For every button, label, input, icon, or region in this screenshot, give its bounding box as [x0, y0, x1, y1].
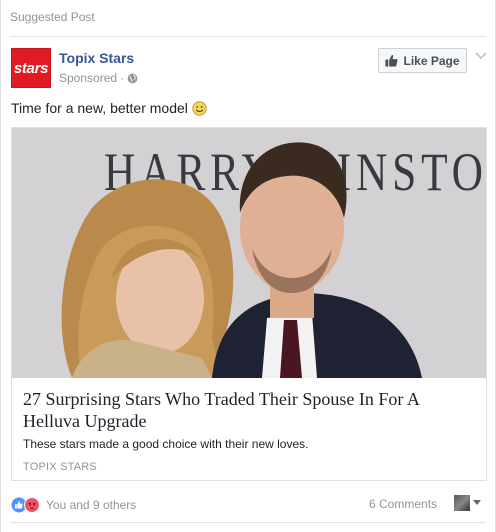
link-description: These stars made a good choice with thei… [23, 437, 309, 451]
avatar-logo-text: stars [13, 59, 49, 77]
reactions-text[interactable]: You and 9 others [46, 498, 136, 512]
sponsored-label[interactable]: Sponsored [59, 71, 117, 85]
header-divider [10, 36, 486, 37]
sponsored-post-card: Suggested Post stars Topix Stars Sponsor… [0, 0, 496, 532]
angry-reaction-icon [24, 497, 40, 513]
link-title[interactable]: 27 Surprising Stars Who Traded Their Spo… [23, 388, 478, 432]
link-preview-card[interactable]: HARRY WINSTON 27 Surpr [11, 127, 487, 481]
chevron-down-icon [473, 500, 481, 505]
globe-icon [127, 73, 138, 83]
actor-selector[interactable] [454, 495, 481, 511]
link-source-domain: TOPIX STARS [23, 461, 97, 473]
sponsored-meta: Sponsored · [59, 71, 138, 85]
comments-count-link[interactable]: 6 Comments [369, 497, 437, 511]
like-page-button[interactable]: Like Page [378, 48, 467, 73]
footer-divider [10, 522, 486, 523]
reactions-summary[interactable]: You and 9 others [11, 497, 136, 513]
suggested-post-label: Suggested Post [10, 10, 95, 24]
post-text: Time for a new, better model [11, 100, 188, 116]
actor-avatar [454, 495, 470, 511]
reaction-icons [11, 497, 40, 513]
post-message: Time for a new, better model [11, 100, 207, 116]
chevron-down-icon[interactable] [475, 51, 487, 61]
meta-separator: · [120, 71, 125, 85]
like-page-label: Like Page [403, 53, 460, 68]
link-preview-image[interactable]: HARRY WINSTON [12, 128, 486, 378]
page-name-link[interactable]: Topix Stars [59, 50, 134, 66]
smile-emoji-icon [192, 100, 207, 116]
page-avatar[interactable]: stars [11, 48, 51, 88]
thumbs-up-icon [385, 54, 398, 67]
